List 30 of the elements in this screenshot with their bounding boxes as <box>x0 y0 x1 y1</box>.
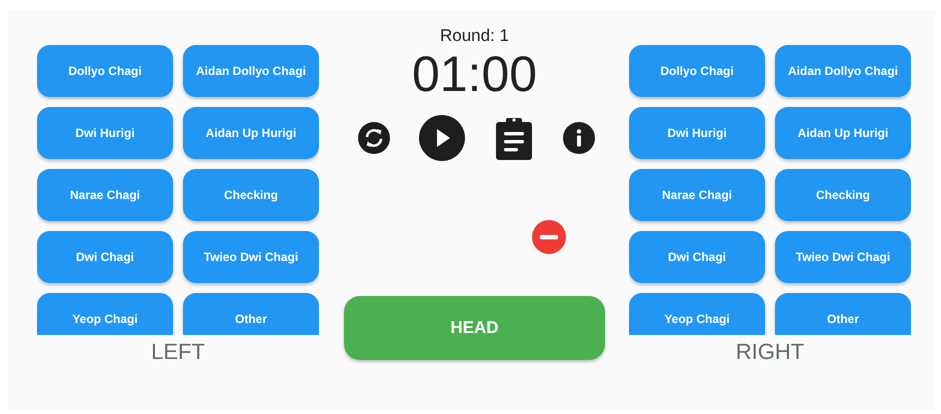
technique-button[interactable]: Dwi Hurigi <box>37 107 173 159</box>
technique-button[interactable]: Twieo Dwi Chagi <box>183 231 319 283</box>
technique-button[interactable]: Other <box>775 293 911 335</box>
technique-button[interactable]: Narae Chagi <box>629 169 765 221</box>
remove-icon[interactable] <box>532 220 566 254</box>
technique-button[interactable]: Dwi Hurigi <box>629 107 765 159</box>
technique-button[interactable]: Dollyo Chagi <box>37 45 173 97</box>
target-button[interactable]: HEAD <box>344 296 605 360</box>
technique-button[interactable]: Other <box>183 293 319 335</box>
technique-button[interactable]: Dollyo Chagi <box>629 45 765 97</box>
technique-button[interactable]: Aidan Dollyo Chagi <box>183 45 319 97</box>
technique-button[interactable]: Checking <box>183 169 319 221</box>
side-label: RIGHT <box>736 339 804 365</box>
technique-button[interactable]: Aidan Dollyo Chagi <box>775 45 911 97</box>
technique-button[interactable]: Yeop Chagi <box>629 293 765 335</box>
technique-button[interactable]: Narae Chagi <box>37 169 173 221</box>
technique-button[interactable]: Dwi Chagi <box>37 231 173 283</box>
technique-button[interactable]: Checking <box>775 169 911 221</box>
technique-button[interactable]: Yeop Chagi <box>37 293 173 335</box>
technique-button[interactable]: Aidan Up Hurigi <box>183 107 319 159</box>
timer: 01:00 <box>412 48 538 100</box>
side-label: LEFT <box>151 339 205 365</box>
info-icon[interactable] <box>563 122 595 154</box>
technique-button[interactable]: Dwi Chagi <box>629 231 765 283</box>
round-label: Round: 1 <box>440 26 509 46</box>
technique-button[interactable]: Aidan Up Hurigi <box>775 107 911 159</box>
play-icon[interactable] <box>419 115 465 161</box>
technique-button[interactable]: Twieo Dwi Chagi <box>775 231 911 283</box>
reset-icon[interactable] <box>358 122 390 154</box>
clipboard-icon[interactable] <box>494 116 534 160</box>
